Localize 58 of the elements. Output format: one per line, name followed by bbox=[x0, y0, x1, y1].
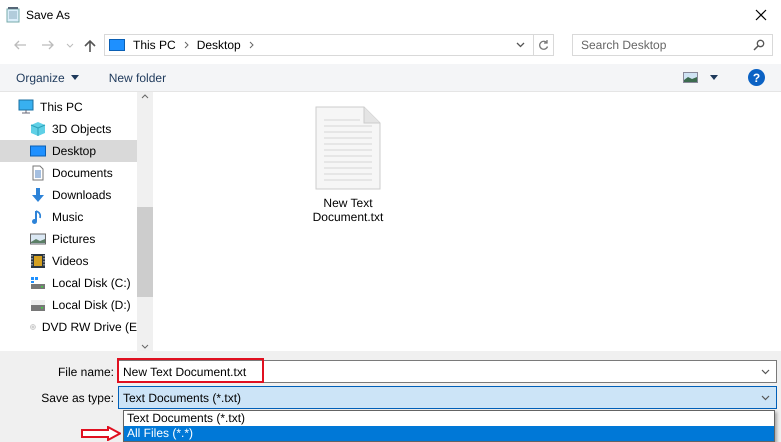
sidebar-item[interactable]: Downloads bbox=[0, 184, 137, 206]
desktop-icon bbox=[30, 143, 46, 159]
search-icon bbox=[753, 39, 765, 51]
dropdown-option[interactable]: Text Documents (*.txt) bbox=[124, 411, 774, 426]
refresh-icon bbox=[538, 39, 549, 51]
sidebar-item[interactable]: Local Disk (C:) bbox=[0, 272, 137, 294]
sidebar-item[interactable]: Desktop bbox=[0, 140, 137, 162]
view-options-button[interactable] bbox=[683, 72, 718, 83]
help-button[interactable]: ? bbox=[748, 69, 765, 86]
caret-down-icon bbox=[70, 75, 79, 80]
chevron-up-icon[interactable] bbox=[141, 94, 149, 99]
scrollbar[interactable] bbox=[137, 92, 153, 351]
window-title: Save As bbox=[26, 7, 70, 24]
film-icon bbox=[30, 253, 46, 269]
new-folder-button[interactable]: New folder bbox=[108, 68, 166, 86]
computer-icon bbox=[18, 99, 34, 115]
chevron-down-icon[interactable] bbox=[761, 369, 770, 375]
text-file-icon bbox=[315, 106, 381, 190]
chevron-right-icon bbox=[184, 41, 189, 49]
dropdown-option[interactable]: All Files (*.*) bbox=[124, 426, 774, 441]
chevron-right-icon bbox=[248, 41, 254, 49]
save-as-type-dropdown[interactable]: Text Documents (*.txt) bbox=[118, 386, 777, 409]
search-field[interactable]: Search Desktop bbox=[572, 34, 773, 56]
file-name-label: File name: bbox=[56, 364, 115, 380]
sidebar-item[interactable]: 3D Objects bbox=[0, 118, 137, 140]
sidebar-item[interactable]: Pictures bbox=[0, 228, 137, 250]
picture-icon bbox=[683, 72, 698, 83]
document-icon bbox=[30, 165, 46, 181]
sidebar-item[interactable]: This PC bbox=[0, 96, 137, 118]
sidebar-item[interactable]: Local Disk (D:) bbox=[0, 294, 137, 316]
drive-icon bbox=[30, 297, 46, 313]
chevron-down-icon bbox=[66, 42, 74, 48]
right-arrow-icon bbox=[41, 40, 55, 50]
close-icon bbox=[755, 9, 767, 21]
file-item-label[interactable]: New Text Document.txt bbox=[303, 196, 393, 224]
sidebar-item[interactable]: Documents bbox=[0, 162, 137, 184]
sidebar-item[interactable]: Music bbox=[0, 206, 137, 228]
caret-down-icon bbox=[710, 75, 718, 80]
cube-icon bbox=[30, 121, 46, 137]
address-field[interactable]: This PC Desktop bbox=[104, 34, 554, 56]
picture-icon bbox=[30, 231, 46, 247]
chevron-down-icon[interactable] bbox=[516, 42, 525, 48]
breadcrumb-link[interactable]: This PC bbox=[133, 36, 176, 54]
sidebar-item[interactable]: Videos bbox=[0, 250, 137, 272]
left-arrow-icon bbox=[13, 40, 27, 50]
sidebar-item[interactable]: DVD RW Drive (E bbox=[0, 316, 137, 338]
organize-button[interactable]: Organize bbox=[16, 68, 79, 86]
save-as-type-label: Save as type: bbox=[40, 390, 115, 406]
down-arrow-icon bbox=[30, 187, 46, 203]
file-name-field[interactable]: New Text Document.txt bbox=[118, 360, 777, 383]
drive-icon bbox=[30, 275, 46, 291]
chevron-down-icon bbox=[761, 394, 770, 400]
desktop-icon bbox=[109, 39, 125, 51]
breadcrumb-link[interactable]: Desktop bbox=[196, 36, 241, 54]
up-arrow-icon bbox=[84, 38, 96, 52]
chevron-down-icon[interactable] bbox=[141, 344, 149, 349]
notepad-icon bbox=[6, 7, 20, 23]
arrow-icon bbox=[81, 426, 121, 441]
